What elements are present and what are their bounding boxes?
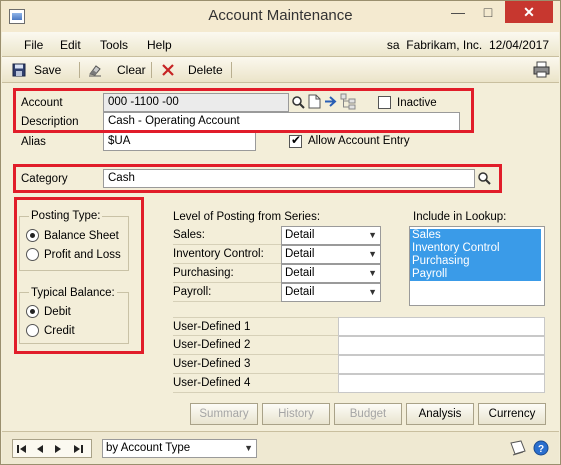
chevron-down-icon: ▼: [368, 249, 377, 259]
company-name: Fabrikam, Inc.: [406, 38, 483, 52]
analysis-button[interactable]: Analysis: [406, 403, 474, 425]
level-of-posting-title: Level of Posting from Series:: [173, 211, 321, 223]
user-defined-label: User-Defined 1: [173, 317, 338, 336]
highlight-category: [13, 164, 502, 193]
posting-row-label: Inventory Control:: [173, 245, 281, 264]
delete-label: Delete: [188, 63, 223, 77]
posting-row-label: Sales:: [173, 226, 281, 245]
account-maintenance-window: Account Maintenance — □ ✕ File Edit Tool…: [0, 0, 561, 465]
user-defined-label: User-Defined 2: [173, 336, 338, 355]
sales-posting-value: Detail: [285, 229, 315, 241]
title-bar: Account Maintenance — □ ✕: [1, 1, 560, 32]
user-name: sa: [386, 38, 400, 52]
user-defined-label: User-Defined 4: [173, 374, 338, 393]
user-defined-4-field[interactable]: [338, 374, 545, 393]
menu-bar: File Edit Tools Help sa Fabrikam, Inc. 1…: [2, 32, 559, 57]
menu-file[interactable]: File: [24, 38, 43, 52]
printer-icon[interactable]: [533, 61, 550, 78]
summary-button[interactable]: Summary: [190, 403, 258, 425]
inventory-posting-value: Detail: [285, 248, 315, 260]
include-in-lookup-list[interactable]: Sales Inventory Control Purchasing Payro…: [409, 226, 545, 306]
clear-label: Clear: [117, 63, 146, 77]
note-icon[interactable]: [509, 440, 527, 457]
first-record-icon[interactable]: [17, 444, 27, 454]
allow-account-entry-checkbox[interactable]: [289, 133, 302, 148]
list-item[interactable]: Sales: [410, 229, 541, 242]
next-record-icon[interactable]: [53, 444, 63, 454]
highlight-account-description: [13, 88, 474, 133]
list-item[interactable]: Payroll: [410, 268, 541, 281]
save-button[interactable]: Save: [12, 61, 72, 79]
chevron-down-icon: ▼: [368, 287, 377, 297]
sales-posting-select[interactable]: Detail ▼: [281, 226, 381, 245]
inventory-posting-select[interactable]: Detail ▼: [281, 245, 381, 264]
minimize-button[interactable]: —: [445, 1, 471, 23]
allow-account-entry-label: Allow Account Entry: [308, 135, 410, 147]
list-item[interactable]: Purchasing: [410, 255, 541, 268]
record-navigation: [12, 439, 92, 458]
posting-row-label: Payroll:: [173, 283, 281, 302]
delete-button[interactable]: Delete: [161, 61, 225, 79]
session-date: 12/04/2017: [488, 38, 549, 52]
menu-tools[interactable]: Tools: [100, 38, 128, 52]
save-label: Save: [34, 63, 62, 77]
budget-button[interactable]: Budget: [334, 403, 402, 425]
user-defined-2-field[interactable]: [338, 336, 545, 355]
toolbar-separator: [151, 62, 152, 78]
chevron-down-icon: ▼: [244, 443, 253, 453]
payroll-posting-select[interactable]: Detail ▼: [281, 283, 381, 302]
alias-label: Alias: [21, 136, 46, 148]
help-icon[interactable]: ?: [533, 440, 549, 456]
list-item[interactable]: Inventory Control: [410, 242, 541, 255]
toolbar-separator: [231, 62, 232, 78]
toolbar-separator: [79, 62, 80, 78]
chevron-down-icon: ▼: [368, 268, 377, 278]
save-icon: [12, 63, 26, 77]
toolbar: Save Clear Delete: [2, 57, 559, 83]
delete-x-icon: [162, 64, 174, 76]
chevron-down-icon: ▼: [368, 230, 377, 240]
clear-button[interactable]: Clear: [88, 61, 146, 79]
payroll-posting-value: Detail: [285, 286, 315, 298]
highlight-posting-balance: [14, 197, 144, 354]
include-in-lookup-title: Include in Lookup:: [413, 211, 507, 223]
currency-button[interactable]: Currency: [478, 403, 546, 425]
user-defined-3-field[interactable]: [338, 355, 545, 374]
svg-text:?: ?: [538, 444, 544, 455]
status-bar: by Account Type ▼ ?: [2, 431, 559, 464]
last-record-icon[interactable]: [73, 444, 83, 454]
user-company-date: sa Fabrikam, Inc. 12/04/2017: [387, 38, 549, 52]
user-defined-1-field[interactable]: [338, 317, 545, 336]
menu-help[interactable]: Help: [147, 38, 172, 52]
user-defined-label: User-Defined 3: [173, 355, 338, 374]
alias-field[interactable]: $UA: [103, 132, 256, 151]
posting-row-label: Purchasing:: [173, 264, 281, 283]
sort-by-select[interactable]: by Account Type ▼: [102, 439, 257, 458]
menu-edit[interactable]: Edit: [60, 38, 81, 52]
eraser-icon: [89, 65, 101, 77]
purchasing-posting-select[interactable]: Detail ▼: [281, 264, 381, 283]
sort-by-value: by Account Type: [106, 442, 191, 454]
maximize-button[interactable]: □: [475, 1, 501, 23]
history-button[interactable]: History: [262, 403, 330, 425]
purchasing-posting-value: Detail: [285, 267, 315, 279]
close-button[interactable]: ✕: [505, 1, 553, 23]
previous-record-icon[interactable]: [35, 444, 45, 454]
